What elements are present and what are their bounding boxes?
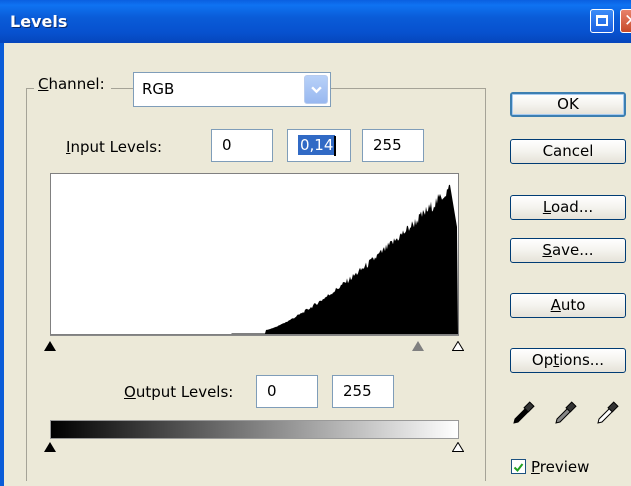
- white-eyedropper-icon[interactable]: [595, 400, 621, 426]
- ok-button[interactable]: OK: [510, 92, 626, 117]
- input-gamma-value: 0,14: [298, 135, 336, 155]
- output-black-field[interactable]: 0: [256, 375, 318, 408]
- output-black-slider[interactable]: [44, 442, 56, 452]
- channel-select[interactable]: RGB: [133, 72, 331, 107]
- load-button[interactable]: Load...: [510, 195, 626, 220]
- input-black-value: 0: [222, 136, 232, 154]
- output-black-value: 0: [267, 382, 277, 400]
- dropdown-chevron-icon: [311, 86, 322, 94]
- close-icon: ✕: [624, 10, 631, 32]
- auto-button[interactable]: Auto: [510, 293, 626, 318]
- options-button[interactable]: Options...: [510, 348, 626, 373]
- black-eyedropper-icon[interactable]: [511, 400, 537, 426]
- output-white-slider[interactable]: [452, 442, 464, 452]
- maximize-button[interactable]: [590, 9, 614, 33]
- channel-label: Channel:: [34, 75, 111, 105]
- input-gamma-slider[interactable]: [412, 341, 424, 351]
- maximize-icon: [596, 15, 608, 26]
- channel-dropdown-button[interactable]: [304, 75, 328, 104]
- text-caret: [334, 136, 336, 156]
- input-black-field[interactable]: 0: [211, 129, 273, 162]
- preview-label: Preview: [531, 458, 590, 476]
- input-black-slider[interactable]: [44, 341, 56, 351]
- histogram-graph: [51, 184, 458, 334]
- input-levels-label: Input Levels:: [66, 138, 163, 156]
- input-white-slider[interactable]: [452, 341, 464, 351]
- input-gamma-field[interactable]: 0,14: [287, 129, 351, 162]
- preview-checkbox[interactable]: [511, 459, 526, 474]
- save-button[interactable]: Save...: [510, 238, 626, 263]
- close-button[interactable]: ✕: [620, 9, 631, 33]
- output-gradient-bar: [50, 420, 459, 439]
- output-white-value: 255: [343, 382, 372, 400]
- output-white-field[interactable]: 255: [332, 375, 394, 408]
- input-white-field[interactable]: 255: [362, 129, 424, 162]
- title-bar: Levels ✕: [0, 0, 631, 43]
- cancel-button[interactable]: Cancel: [510, 139, 626, 164]
- input-white-value: 255: [373, 136, 402, 154]
- histogram: [50, 173, 459, 335]
- gray-eyedropper-icon[interactable]: [553, 400, 579, 426]
- channel-value: RGB: [142, 80, 175, 98]
- window-title: Levels: [10, 12, 68, 31]
- checkmark-icon: [513, 463, 524, 473]
- output-levels-label: Output Levels:: [124, 383, 234, 401]
- window-border: [0, 43, 4, 486]
- histogram-baseline: [50, 335, 459, 336]
